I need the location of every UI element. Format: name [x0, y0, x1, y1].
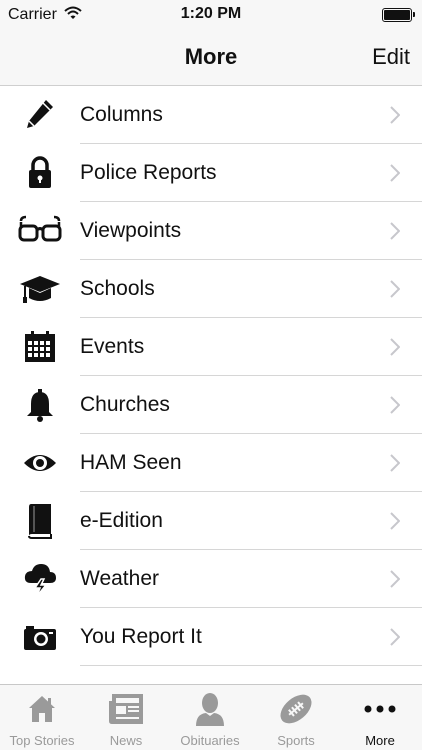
list-item-label: Churches	[80, 393, 170, 416]
camera-icon	[18, 619, 62, 655]
chevron-right-icon	[390, 106, 401, 129]
list-item-ham-seen[interactable]: HAM Seen	[0, 434, 422, 492]
tab-news[interactable]: News	[84, 685, 168, 750]
battery-icon	[382, 8, 415, 22]
chevron-right-icon	[390, 454, 401, 477]
lock-icon	[18, 155, 62, 191]
chevron-right-icon	[390, 512, 401, 535]
chevron-right-icon	[390, 164, 401, 187]
bell-icon	[18, 387, 62, 423]
storm-cloud-icon	[18, 561, 62, 597]
chevron-right-icon	[390, 280, 401, 303]
tab-label: Top Stories	[9, 733, 75, 748]
list-item-columns[interactable]: Columns	[0, 86, 422, 144]
list-item-label: Weather	[80, 567, 159, 590]
list-item-partial[interactable]	[0, 666, 422, 684]
house-icon	[0, 691, 84, 727]
list-item-label: Columns	[80, 103, 163, 126]
tab-sports[interactable]: Sports	[254, 685, 338, 750]
tab-obituaries[interactable]: Obituaries	[168, 685, 252, 750]
glasses-icon	[18, 213, 62, 249]
pencil-icon	[18, 97, 62, 133]
book-icon	[18, 503, 62, 539]
navigation-bar: More Edit	[0, 30, 422, 86]
status-time: 1:20 PM	[180, 5, 242, 22]
list-item-label: Schools	[80, 277, 155, 300]
tab-bar: Top Stories News Obituaries Sports More	[0, 684, 422, 750]
list-item-churches[interactable]: Churches	[0, 376, 422, 434]
list-item-label: You Report It	[80, 625, 202, 648]
tab-label: More	[365, 733, 395, 748]
list-item-weather[interactable]: Weather	[0, 550, 422, 608]
list-item-events[interactable]: Events	[0, 318, 422, 376]
calendar-icon	[18, 329, 62, 365]
page-title: More	[184, 44, 238, 69]
newspaper-icon	[84, 691, 168, 727]
tab-top-stories[interactable]: Top Stories	[0, 685, 84, 750]
tab-label: Obituaries	[180, 733, 240, 748]
list-item-police-reports[interactable]: Police Reports	[0, 144, 422, 202]
tab-label: Sports	[277, 733, 315, 748]
edit-button[interactable]: Edit	[372, 44, 410, 70]
chevron-right-icon	[390, 628, 401, 651]
graduation-cap-icon	[18, 271, 62, 307]
list-item-label: Police Reports	[80, 161, 217, 184]
chevron-right-icon	[390, 222, 401, 245]
list-item-you-report-it[interactable]: You Report It	[0, 608, 422, 666]
tab-more[interactable]: More	[338, 685, 422, 750]
chevron-right-icon	[390, 570, 401, 593]
list-item-label: HAM Seen	[80, 451, 182, 474]
eye-icon	[18, 445, 62, 481]
status-bar: Carrier 1:20 PM	[0, 0, 422, 30]
chevron-right-icon	[390, 396, 401, 419]
person-icon	[168, 691, 252, 727]
football-icon	[254, 691, 338, 727]
list-item-viewpoints[interactable]: Viewpoints	[0, 202, 422, 260]
list-item-e-edition[interactable]: e-Edition	[0, 492, 422, 550]
list-item-label: Events	[80, 335, 145, 358]
partial-row-icon	[18, 677, 62, 684]
list-item-schools[interactable]: Schools	[0, 260, 422, 318]
chevron-right-icon	[390, 338, 401, 361]
list-item-label: Viewpoints	[80, 219, 182, 242]
tab-label: News	[109, 733, 143, 748]
ellipsis-icon	[338, 691, 422, 727]
list-item-label: e-Edition	[80, 509, 163, 532]
more-list: Columns Police Reports Viewpoints School…	[0, 86, 422, 684]
